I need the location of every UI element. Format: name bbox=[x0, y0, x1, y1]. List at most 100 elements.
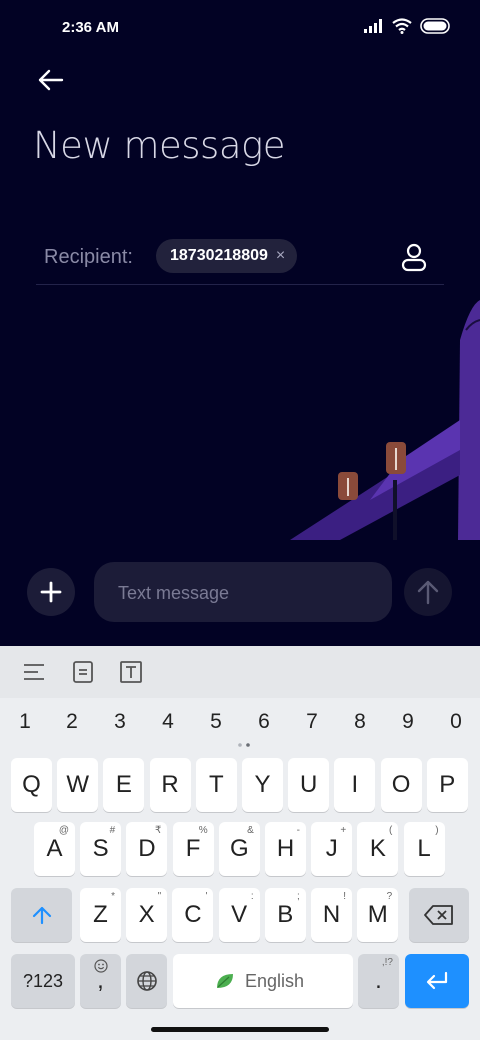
key-c[interactable]: C ' bbox=[172, 888, 214, 942]
number-key-4[interactable]: 4 bbox=[153, 710, 183, 734]
key-i-label: I bbox=[351, 771, 359, 798]
key-k[interactable]: K( bbox=[357, 822, 399, 876]
attach-button[interactable] bbox=[27, 568, 75, 616]
signal-icon bbox=[364, 19, 382, 33]
remove-recipient-icon[interactable]: × bbox=[276, 247, 285, 265]
airplane-illustration bbox=[290, 300, 480, 540]
number-key-1[interactable]: 1 bbox=[10, 710, 40, 734]
enter-icon bbox=[426, 971, 448, 990]
key-p-label: P bbox=[439, 771, 456, 798]
key-o-label: O bbox=[391, 771, 411, 798]
back-arrow-icon[interactable] bbox=[36, 66, 66, 94]
number-key-2[interactable]: 2 bbox=[57, 710, 87, 734]
key-m[interactable]: M? bbox=[357, 888, 399, 942]
key-s-label: S bbox=[92, 835, 109, 862]
enter-key[interactable] bbox=[405, 954, 469, 1008]
key-s[interactable]: S # bbox=[80, 822, 122, 876]
number-key-8[interactable]: 8 bbox=[345, 710, 375, 734]
key-m-label: M bbox=[367, 901, 388, 928]
send-arrow-icon bbox=[417, 580, 439, 605]
keyboard-toolbar bbox=[0, 646, 480, 698]
key-y-label: Y bbox=[254, 771, 271, 798]
key-e-label: E bbox=[115, 771, 132, 798]
key-g[interactable]: G & bbox=[218, 822, 260, 876]
key-t-label: T bbox=[208, 771, 224, 798]
keyboard: 1234567890 Q W E R T Y U I O P A @ S # D ₹ F% G & H - J + K(L) Z… bbox=[0, 646, 480, 1040]
key-u-label: U bbox=[300, 771, 318, 798]
number-key-9[interactable]: 9 bbox=[393, 710, 423, 734]
key-l-label: L bbox=[417, 835, 431, 862]
key-h-hint: - bbox=[296, 825, 300, 836]
number-key-0[interactable]: 0 bbox=[441, 710, 471, 734]
recipient-chip[interactable]: 18730218809 × bbox=[156, 239, 298, 273]
message-input[interactable]: Text message bbox=[94, 562, 392, 622]
key-m-hint: ? bbox=[386, 891, 393, 902]
clipboard-icon[interactable] bbox=[71, 660, 95, 684]
key-a[interactable]: A @ bbox=[34, 822, 75, 876]
key-n[interactable]: N! bbox=[311, 888, 352, 942]
key-r[interactable]: R bbox=[149, 758, 191, 812]
comma-key[interactable]: , bbox=[80, 954, 121, 1008]
key-g-hint: & bbox=[247, 825, 254, 836]
home-indicator[interactable] bbox=[151, 1027, 329, 1032]
key-d[interactable]: D ₹ bbox=[126, 822, 168, 876]
number-key-5[interactable]: 5 bbox=[201, 710, 231, 734]
key-o[interactable]: O bbox=[380, 758, 422, 812]
key-k-hint: ( bbox=[389, 825, 393, 836]
space-key[interactable]: English bbox=[173, 954, 353, 1008]
key-z[interactable]: Z * bbox=[80, 888, 121, 942]
recipient-label: Recipient: bbox=[44, 246, 133, 268]
key-w[interactable]: W bbox=[57, 758, 99, 812]
number-key-3[interactable]: 3 bbox=[105, 710, 135, 734]
shift-arrow-icon bbox=[32, 906, 51, 925]
contact-picker-icon[interactable] bbox=[400, 242, 428, 272]
symbols-key[interactable]: ?123 bbox=[11, 954, 75, 1008]
number-key-6[interactable]: 6 bbox=[249, 710, 279, 734]
key-v-hint: : bbox=[250, 891, 254, 902]
backspace-key[interactable] bbox=[409, 888, 469, 942]
messaging-screen: 2:36 AM New message Recipient: 187302188… bbox=[0, 0, 480, 646]
key-z-label: Z bbox=[93, 901, 108, 928]
menu-lines-icon[interactable] bbox=[22, 660, 46, 684]
key-j[interactable]: J + bbox=[311, 822, 353, 876]
period-key-label: . bbox=[375, 967, 382, 994]
key-k-label: K bbox=[369, 835, 386, 862]
key-h[interactable]: H- bbox=[265, 822, 306, 876]
key-n-hint: ! bbox=[343, 891, 346, 902]
send-button[interactable] bbox=[404, 568, 452, 616]
globe-icon bbox=[136, 971, 157, 991]
status-time: 2:36 AM bbox=[62, 19, 119, 36]
language-key[interactable] bbox=[126, 954, 167, 1008]
plus-icon bbox=[40, 581, 62, 603]
shift-key[interactable] bbox=[11, 888, 72, 942]
battery-icon bbox=[420, 18, 450, 34]
key-q[interactable]: Q bbox=[11, 758, 52, 812]
key-a-label: A bbox=[46, 835, 63, 862]
period-key[interactable]: .,!? bbox=[358, 954, 399, 1008]
key-j-label: J bbox=[325, 835, 338, 862]
key-p[interactable]: P bbox=[426, 758, 468, 812]
key-g-label: G bbox=[229, 835, 249, 862]
key-j-hint: + bbox=[340, 825, 347, 836]
recipient-row: Recipient: 18730218809 × bbox=[36, 236, 444, 285]
key-b-hint: ; bbox=[297, 891, 300, 902]
key-l-hint: ) bbox=[435, 825, 439, 836]
key-f[interactable]: F% bbox=[172, 822, 214, 876]
key-e[interactable]: E bbox=[103, 758, 145, 812]
text-edit-icon[interactable] bbox=[119, 660, 143, 684]
key-l[interactable]: L) bbox=[403, 822, 445, 876]
message-placeholder: Text message bbox=[118, 583, 230, 603]
key-u[interactable]: U bbox=[288, 758, 330, 812]
key-v[interactable]: V: bbox=[218, 888, 260, 942]
number-key-7[interactable]: 7 bbox=[297, 710, 327, 734]
key-w-label: W bbox=[66, 771, 90, 798]
key-t[interactable]: T bbox=[195, 758, 237, 812]
period-key-hint: ,!? bbox=[381, 957, 393, 968]
space-key-label: English bbox=[245, 971, 305, 991]
key-y[interactable]: Y bbox=[242, 758, 283, 812]
key-s-hint: # bbox=[109, 825, 116, 836]
key-b[interactable]: B; bbox=[264, 888, 306, 942]
key-i[interactable]: I bbox=[334, 758, 376, 812]
composer-bar: Text message bbox=[0, 560, 480, 626]
key-x[interactable]: X " bbox=[126, 888, 168, 942]
